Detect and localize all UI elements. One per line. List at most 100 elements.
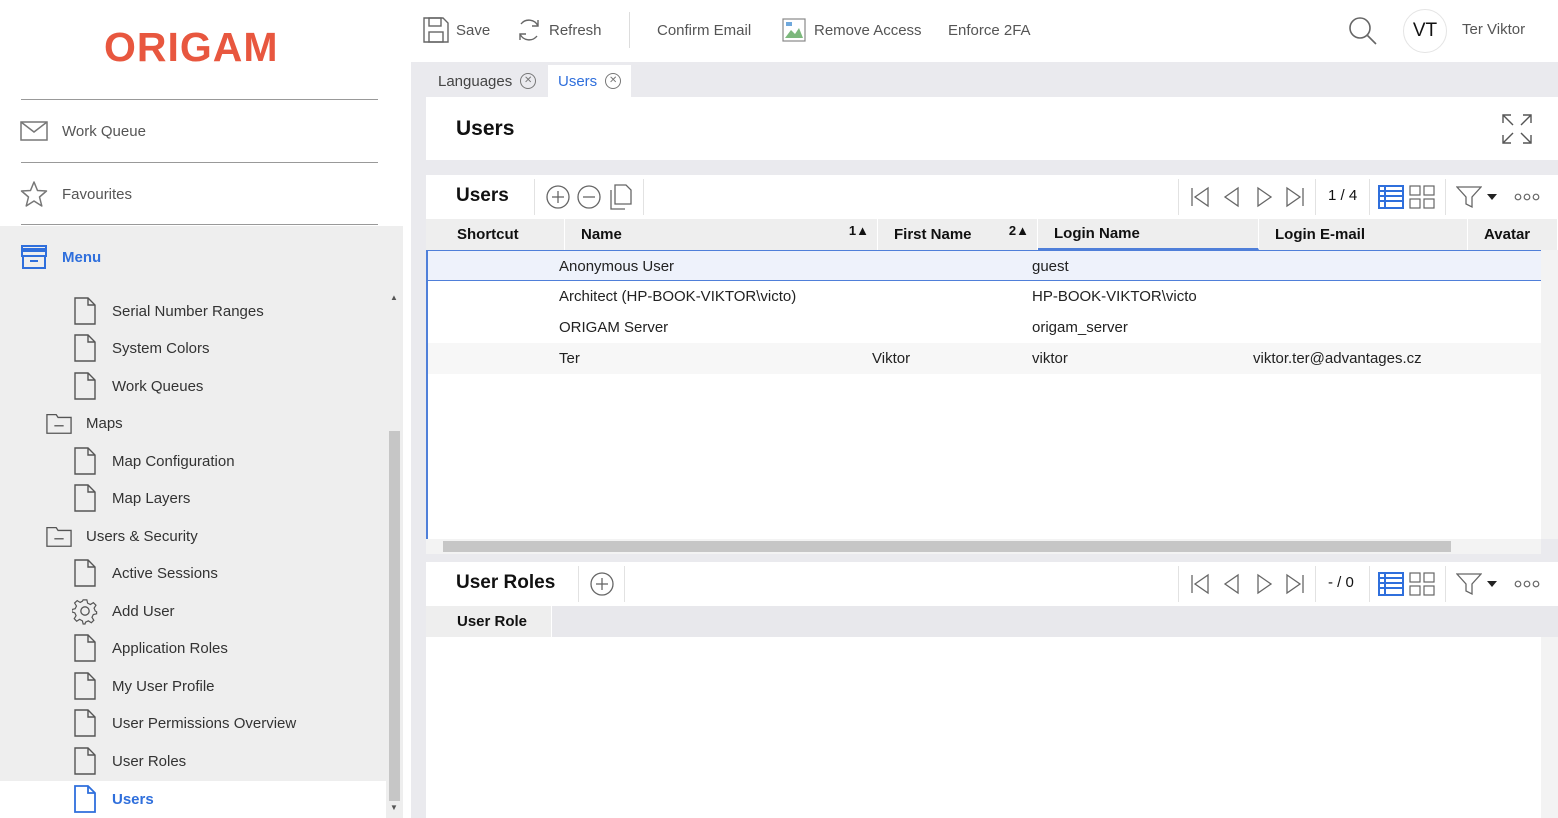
users-grid: Anonymous User guest Architect (HP-BOOK-…: [426, 250, 1558, 539]
tree-item-label: Users: [112, 790, 154, 808]
cell-name[interactable]: Architect (HP-BOOK-VIKTOR\victo): [559, 281, 796, 312]
more-options-icon[interactable]: [1513, 570, 1541, 598]
previous-record-icon[interactable]: [1218, 183, 1246, 211]
cell-login-name[interactable]: viktor: [1032, 343, 1068, 374]
tree-item-user-permissions-overview[interactable]: User Permissions Overview: [72, 705, 296, 741]
close-icon[interactable]: ✕: [605, 73, 622, 89]
sidebar-scrollbar[interactable]: ▲ ▼: [386, 288, 403, 818]
column-login-name[interactable]: Login Name: [1038, 219, 1259, 250]
table-row[interactable]: Anonymous User guest: [428, 250, 1543, 281]
tree-item-add-user[interactable]: Add User: [72, 593, 175, 629]
fullscreen-expand-icon[interactable]: [1501, 113, 1533, 145]
tree-item-user-roles[interactable]: User Roles: [72, 743, 186, 779]
remove-access-button[interactable]: Remove Access: [780, 14, 922, 46]
tree-item-application-roles[interactable]: Application Roles: [72, 630, 228, 666]
divider: [578, 566, 579, 602]
next-record-icon[interactable]: [1250, 183, 1278, 211]
tree-folder-users-security[interactable]: Users & Security: [46, 518, 198, 554]
cell-name[interactable]: Anonymous User: [559, 251, 674, 282]
document-icon: [72, 746, 98, 776]
grid-horizontal-scrollbar[interactable]: [426, 539, 1541, 554]
column-user-role[interactable]: User Role: [426, 606, 552, 637]
record-pager: - / 0: [1328, 574, 1354, 591]
tab-languages[interactable]: Languages ✕: [428, 65, 546, 97]
cell-login-email[interactable]: viktor.ter@advantages.cz: [1253, 343, 1422, 374]
cell-name[interactable]: ORIGAM Server: [559, 312, 668, 343]
document-icon: [72, 558, 98, 588]
tab-users[interactable]: Users ✕: [548, 65, 632, 97]
sidebar-item-work-queue[interactable]: Work Queue: [20, 111, 380, 151]
add-row-icon[interactable]: [588, 570, 616, 598]
tree-item-map-layers[interactable]: Map Layers: [72, 480, 190, 516]
tree-item-serial-number-ranges[interactable]: Serial Number Ranges: [72, 293, 264, 329]
table-row[interactable]: ORIGAM Server origam_server: [428, 312, 1543, 343]
tree-folder-maps[interactable]: Maps: [46, 405, 123, 441]
filter-dropdown-icon[interactable]: [1484, 183, 1500, 211]
scrollbar-thumb[interactable]: [389, 431, 400, 801]
record-pager: 1 / 4: [1328, 187, 1358, 204]
previous-record-icon[interactable]: [1218, 570, 1246, 598]
cell-login-name[interactable]: HP-BOOK-VIKTOR\victo: [1032, 281, 1197, 312]
more-options-icon[interactable]: [1513, 183, 1541, 211]
tree-item-users[interactable]: Users: [72, 781, 154, 817]
tree-item-active-sessions[interactable]: Active Sessions: [72, 555, 218, 591]
menu-header-row[interactable]: Menu: [20, 237, 380, 277]
first-record-icon[interactable]: [1186, 570, 1214, 598]
form-view-icon[interactable]: [1408, 183, 1436, 211]
filter-icon[interactable]: [1455, 570, 1483, 598]
confirm-email-button[interactable]: Confirm Email: [657, 14, 751, 46]
column-login-email[interactable]: Login E-mail: [1259, 219, 1468, 250]
filter-dropdown-icon[interactable]: [1484, 570, 1500, 598]
tree-item-my-user-profile[interactable]: My User Profile: [72, 668, 215, 704]
copy-row-icon[interactable]: [607, 183, 635, 211]
grid-vertical-scrollbar[interactable]: [1541, 250, 1558, 539]
table-view-icon[interactable]: [1377, 570, 1405, 598]
refresh-button[interactable]: Refresh: [515, 14, 602, 46]
tree-item-map-configuration[interactable]: Map Configuration: [72, 443, 235, 479]
user-name[interactable]: Ter Viktor: [1462, 21, 1525, 38]
search-icon[interactable]: [1348, 16, 1378, 46]
cell-name[interactable]: Ter: [559, 343, 580, 374]
tree-item-work-queues[interactable]: Work Queues: [72, 368, 203, 404]
scroll-down-arrow-icon[interactable]: ▼: [390, 803, 398, 812]
table-row[interactable]: Architect (HP-BOOK-VIKTOR\victo) HP-BOOK…: [428, 281, 1543, 312]
cell-login-name[interactable]: guest: [1032, 251, 1069, 282]
delete-row-icon[interactable]: [575, 183, 603, 211]
cell-login-name[interactable]: origam_server: [1032, 312, 1128, 343]
cell-first-name[interactable]: Viktor: [872, 343, 910, 374]
column-name[interactable]: Name 1▲: [565, 219, 878, 250]
add-row-icon[interactable]: [544, 183, 572, 211]
tree-item-label: User Roles: [112, 752, 187, 770]
folder-collapse-icon: [46, 521, 72, 551]
tab-bar: Languages ✕ Users ✕: [411, 62, 1558, 97]
form-view-icon[interactable]: [1408, 570, 1436, 598]
avatar[interactable]: VT: [1403, 9, 1447, 53]
column-first-name[interactable]: First Name 2▲: [878, 219, 1038, 250]
menu-label: Menu: [62, 248, 102, 266]
last-record-icon[interactable]: [1281, 183, 1309, 211]
table-row[interactable]: Ter Viktor viktor viktor.ter@advantages.…: [428, 343, 1543, 374]
last-record-icon[interactable]: [1281, 570, 1309, 598]
column-avatar[interactable]: Avatar: [1468, 219, 1558, 250]
sidebar-item-favourites[interactable]: Favourites: [20, 174, 380, 214]
table-view-icon[interactable]: [1377, 183, 1405, 211]
tree-item-label: Work Queues: [112, 377, 204, 395]
tree-item-system-colors[interactable]: System Colors: [72, 330, 210, 366]
refresh-icon: [515, 16, 543, 44]
tree-item-label: Active Sessions: [112, 564, 218, 582]
grid-vertical-scrollbar[interactable]: [1541, 637, 1558, 818]
enforce-2fa-button[interactable]: Enforce 2FA: [948, 14, 1031, 46]
scroll-up-arrow-icon[interactable]: ▲: [390, 293, 398, 302]
first-record-icon[interactable]: [1186, 183, 1214, 211]
broken-image-icon: [780, 16, 808, 44]
column-shortcut[interactable]: Shortcut: [441, 219, 565, 250]
scrollbar-thumb[interactable]: [443, 541, 1451, 552]
next-record-icon[interactable]: [1250, 570, 1278, 598]
sidebar-item-menu[interactable]: Menu: [0, 226, 403, 288]
save-button[interactable]: Save: [422, 14, 490, 46]
menu-tree: Serial Number Ranges System Colors Work …: [0, 288, 386, 818]
close-icon[interactable]: ✕: [520, 73, 537, 89]
filter-icon[interactable]: [1455, 183, 1483, 211]
sort-indicator: 1▲: [848, 223, 869, 238]
save-label: Save: [456, 21, 491, 39]
